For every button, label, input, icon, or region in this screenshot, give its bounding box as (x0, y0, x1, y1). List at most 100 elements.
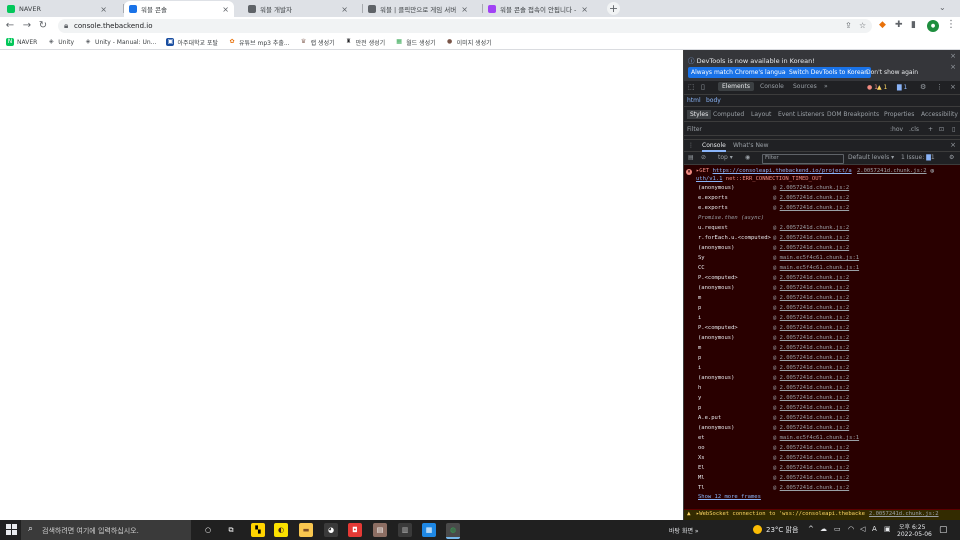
tab-naver[interactable]: NAVER × (2, 1, 112, 17)
frame-source-url[interactable]: 2.0057241d.chunk.js:2 (780, 195, 850, 201)
frame-source-link[interactable]: @ 2.0057241d.chunk.js:2 (773, 325, 849, 331)
frame-source-link[interactable]: @ main.ec5f4c61.chunk.js:1 (773, 265, 859, 271)
bookmark-naver[interactable]: N NAVER (6, 38, 37, 46)
frame-source-url[interactable]: 2.0057241d.chunk.js:2 (780, 345, 850, 351)
sticky-notes-icon[interactable]: ▚ (251, 523, 265, 537)
reading-list-icon[interactable]: ▮ (911, 20, 916, 30)
back-arrow-icon[interactable]: ← (4, 20, 16, 32)
frame-source-link[interactable]: @ 2.0057241d.chunk.js:2 (773, 275, 849, 281)
issues-button[interactable]: 1 Issue: ▇1 (901, 154, 935, 161)
tab-developer[interactable]: 워블 개발자 × (243, 1, 353, 17)
subtab-properties[interactable]: Properties (884, 111, 914, 118)
frame-source-url[interactable]: 2.0057241d.chunk.js:2 (780, 445, 850, 451)
cortana-icon[interactable]: ○ (201, 523, 215, 537)
log-levels-dropdown[interactable]: Default levels ▾ (848, 154, 894, 161)
frame-source-link[interactable]: @ 2.0057241d.chunk.js:2 (773, 425, 849, 431)
profile-avatar[interactable]: ● (927, 20, 939, 32)
subtab-layout[interactable]: Layout (751, 111, 771, 118)
subtab-event-listeners[interactable]: Event Listeners (778, 111, 824, 118)
subtab-accessibility[interactable]: Accessibility (921, 111, 958, 118)
toggle-sidebar-icon[interactable]: ▯ (952, 126, 955, 133)
frame-source-link[interactable]: @ main.ec5f4c61.chunk.js:1 (773, 435, 859, 441)
frame-source-link[interactable]: @ 2.0057241d.chunk.js:2 (773, 395, 849, 401)
crumb-html[interactable]: html (687, 97, 701, 104)
url-text[interactable]: console.thebackend.io (74, 22, 153, 30)
drawer-menu-icon[interactable]: ⋮ (688, 142, 694, 149)
info-count-badge[interactable]: ▇ 1 (897, 84, 907, 91)
tab-landing[interactable]: 워블 | 클릭만으로 게임 서버 완... × (363, 1, 473, 17)
frame-source-url[interactable]: 2.0057241d.chunk.js:2 (780, 305, 850, 311)
page-viewport[interactable] (0, 50, 683, 520)
computed-sidebar-icon[interactable]: ⊡ (939, 126, 944, 133)
chrome-icon[interactable]: ◍ (446, 523, 460, 539)
task-view-icon[interactable]: ⧉ (224, 523, 238, 537)
frame-source-url[interactable]: 2.0057241d.chunk.js:2 (780, 315, 850, 321)
subtab-styles[interactable]: Styles (687, 110, 712, 119)
customize-menu-icon[interactable]: ⋮ (936, 83, 943, 91)
error-source-link[interactable]: 2.0057241d.chunk.js:2 (857, 168, 927, 174)
frame-source-url[interactable]: 2.0057241d.chunk.js:2 (780, 425, 850, 431)
frame-source-link[interactable]: @ 2.0057241d.chunk.js:2 (773, 345, 849, 351)
frame-source-url[interactable]: 2.0057241d.chunk.js:2 (780, 455, 850, 461)
new-style-rule-icon[interactable]: + (928, 126, 933, 133)
frame-source-url[interactable]: 2.0057241d.chunk.js:2 (780, 335, 850, 341)
bookmark-star-icon[interactable]: ☆ (859, 21, 866, 30)
frame-source-link[interactable]: @ 2.0057241d.chunk.js:2 (773, 245, 849, 251)
new-tab-button[interactable]: + (607, 2, 620, 15)
always-match-language-button[interactable]: Always match Chrome's language (688, 67, 796, 78)
frame-source-link[interactable]: @ 2.0057241d.chunk.js:2 (773, 295, 849, 301)
close-tab-icon[interactable]: × (461, 5, 468, 14)
close-tab-icon[interactable]: × (222, 5, 229, 14)
inspect-element-icon[interactable]: ⬚ (688, 83, 695, 91)
frame-source-url[interactable]: 2.0057241d.chunk.js:2 (780, 295, 850, 301)
kakaotalk-icon[interactable]: ◐ (274, 523, 288, 537)
frame-source-link[interactable]: @ 2.0057241d.chunk.js:2 (773, 375, 849, 381)
context-selector[interactable]: top ▾ (718, 154, 733, 161)
sidebar-toggle-icon[interactable]: ▤ (688, 154, 694, 161)
forward-arrow-icon[interactable]: → (21, 20, 33, 32)
tab-sources[interactable]: Sources (793, 83, 817, 90)
frame-source-link[interactable]: @ main.ec5f4c61.chunk.js:1 (773, 255, 859, 261)
frame-source-url[interactable]: 2.0057241d.chunk.js:2 (780, 235, 850, 241)
close-icon[interactable]: × (950, 52, 956, 60)
more-tabs-button[interactable]: » (824, 83, 828, 90)
app-icon[interactable]: ◕ (324, 523, 338, 537)
drawer-tab-whats-new[interactable]: What's New (733, 142, 769, 149)
clock-date[interactable]: 2022-05-06 (897, 531, 932, 538)
frame-source-link[interactable]: @ 2.0057241d.chunk.js:2 (773, 235, 849, 241)
hover-state-toggle[interactable]: :hov (890, 126, 903, 133)
frame-source-link[interactable]: @ 2.0057241d.chunk.js:2 (773, 455, 849, 461)
frame-source-link[interactable]: @ 2.0057241d.chunk.js:2 (773, 185, 849, 191)
frame-source-url[interactable]: 2.0057241d.chunk.js:2 (780, 325, 850, 331)
bookmark-world-generator[interactable]: ▦ 월드 생성기 (395, 38, 435, 47)
bookmark-ajou-portal[interactable]: ▣ 아주대학교 포탈 (166, 38, 218, 47)
bookmark-rap-generator[interactable]: ♛ 랩 생성기 (300, 38, 335, 47)
cloud-icon[interactable]: ☁ (820, 525, 827, 533)
app-icon[interactable]: ▥ (398, 523, 412, 537)
crumb-body[interactable]: body (706, 97, 721, 104)
tab-community[interactable]: 워블 콘솔 접속이 안됩니다 - 인... × (483, 1, 593, 17)
frame-source-url[interactable]: 2.0057241d.chunk.js:2 (780, 465, 850, 471)
calculator-icon[interactable]: ▦ (422, 523, 436, 537)
bookmark-youtube-mp3[interactable]: ✿ 유튜브 mp3 추출... (228, 38, 290, 47)
close-drawer-icon[interactable]: × (950, 141, 956, 149)
frame-source-url[interactable]: 2.0057241d.chunk.js:2 (780, 365, 850, 371)
bookmark-unity-manual[interactable]: ◈ Unity - Manual: Un... (84, 38, 157, 46)
frame-source-link[interactable]: @ 2.0057241d.chunk.js:2 (773, 315, 849, 321)
bookmark-unity[interactable]: ◈ Unity (47, 38, 74, 46)
ime-icon[interactable]: ▣ (884, 525, 891, 533)
chrome-menu-icon[interactable]: ⋮ (946, 19, 956, 30)
clock-time[interactable]: 오후 6:25 (899, 522, 925, 531)
subtab-computed[interactable]: Computed (713, 111, 744, 118)
metamask-extension-icon[interactable]: ◆ (879, 20, 886, 30)
frame-source-link[interactable]: @ 2.0057241d.chunk.js:2 (773, 485, 849, 491)
frame-source-link[interactable]: @ 2.0057241d.chunk.js:2 (773, 385, 849, 391)
tab-elements[interactable]: Elements (718, 82, 754, 91)
device-toolbar-icon[interactable]: ▯ (701, 83, 705, 91)
frame-source-url[interactable]: 2.0057241d.chunk.js:2 (780, 415, 850, 421)
battery-icon[interactable]: ▭ (834, 525, 841, 533)
frame-source-url[interactable]: 2.0057241d.chunk.js:2 (780, 355, 850, 361)
network-panel-icon[interactable]: ⊛ (930, 167, 934, 175)
frame-source-url[interactable]: 2.0057241d.chunk.js:2 (780, 475, 850, 481)
frame-source-url[interactable]: 2.0057241d.chunk.js:2 (780, 485, 850, 491)
